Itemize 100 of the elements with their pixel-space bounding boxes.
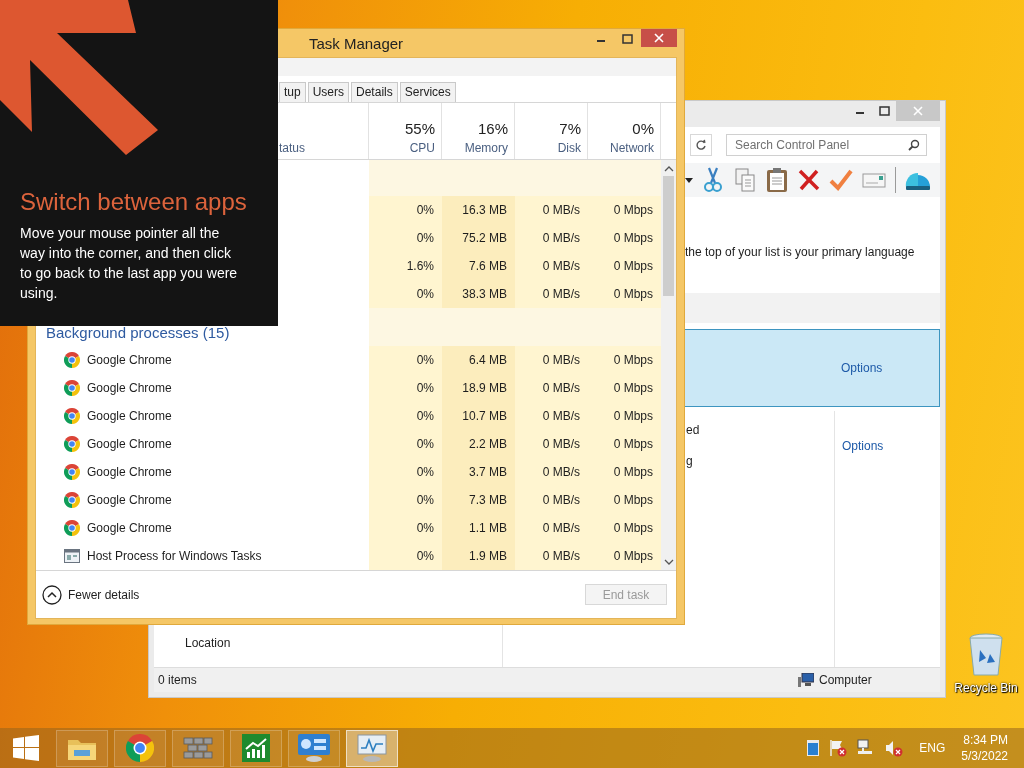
table-cell: 0 MB/s [515, 542, 588, 570]
taskbar-button[interactable] [288, 729, 340, 767]
table-cell: 0 MB/s [515, 224, 588, 252]
taskbar-button[interactable] [172, 729, 224, 767]
table-cell: 0 MB/s [515, 374, 588, 402]
table-cell: 0 Mbps [588, 374, 661, 402]
table-cell: 1.1 MB [442, 514, 515, 542]
table-cell: 6.4 MB [442, 346, 515, 374]
chart-icon [242, 734, 270, 762]
scissors-icon[interactable] [701, 167, 725, 193]
table-cell: 0 Mbps [588, 542, 661, 570]
scrollbar-thumb[interactable] [663, 176, 674, 296]
close-button[interactable] [641, 29, 677, 47]
scrollbar[interactable] [661, 160, 676, 570]
process-name[interactable]: Google Chrome [87, 437, 172, 451]
close-icon [913, 106, 923, 116]
item-count: 0 items [158, 673, 197, 687]
browser-icon [64, 408, 80, 424]
fewer-details-button[interactable]: Fewer details [42, 584, 140, 605]
table-cell: 2.2 MB [442, 430, 515, 458]
table-cell: 0% [369, 514, 442, 542]
table-cell: 0 MB/s [515, 280, 588, 308]
table-cell: 0 Mbps [588, 402, 661, 430]
memory-header[interactable]: 16% Memory [442, 103, 515, 159]
search-field[interactable]: Search Control Panel [726, 134, 927, 156]
refresh-button[interactable] [690, 134, 712, 156]
browser-icon [64, 464, 80, 480]
row-text: g [686, 454, 694, 468]
process-name[interactable]: Google Chrome [87, 493, 172, 507]
taskbar-button[interactable] [346, 729, 398, 767]
browser-icon [64, 380, 80, 396]
flag-icon[interactable] [829, 739, 848, 757]
mute-icon[interactable] [885, 739, 904, 757]
table-cell: 0 Mbps [588, 224, 661, 252]
table-cell: 0 MB/s [515, 402, 588, 430]
taskbar-button[interactable] [56, 729, 108, 767]
process-name[interactable]: Host Process for Windows Tasks [87, 549, 262, 563]
taskbar-button[interactable] [230, 729, 282, 767]
computer-icon [798, 673, 814, 687]
table-cell: 0 Mbps [588, 346, 661, 374]
close-icon [654, 33, 664, 43]
scroll-up-icon[interactable] [663, 164, 674, 174]
table-cell: 0 MB/s [515, 430, 588, 458]
taskbar-button[interactable] [114, 729, 166, 767]
options-link[interactable]: Options [842, 439, 884, 453]
process-name[interactable]: Google Chrome [87, 465, 172, 479]
delete-icon[interactable] [797, 167, 821, 193]
tab[interactable]: tup [279, 82, 306, 102]
table-cell: 0% [369, 430, 442, 458]
square-icon[interactable] [807, 740, 820, 756]
status-header[interactable]: tatus [279, 141, 305, 155]
table-cell: 0% [369, 486, 442, 514]
recycle-bin-icon[interactable] [968, 632, 1004, 678]
table-cell: 18.9 MB [442, 374, 515, 402]
checkmark-icon[interactable] [829, 167, 853, 193]
table-cell: 0 Mbps [588, 514, 661, 542]
disk-header[interactable]: 7% Disk [515, 103, 588, 159]
table-cell: 0 MB/s [515, 196, 588, 224]
options-link[interactable]: Options [841, 361, 883, 375]
table-cell: 1.9 MB [442, 542, 515, 570]
description-text: the top of your list is your primary language [685, 245, 915, 259]
table-cell: 0 MB/s [515, 346, 588, 374]
table-cell: 0 MB/s [515, 486, 588, 514]
table-cell: 0% [369, 224, 442, 252]
browser-icon [126, 734, 154, 762]
table-cell: 0% [369, 542, 442, 570]
browser-icon [64, 436, 80, 452]
maximize-icon [878, 106, 890, 116]
maximize-icon [621, 34, 633, 44]
monitor-icon [356, 733, 388, 763]
table-cell: 38.3 MB [442, 280, 515, 308]
table-cell: 0 Mbps [588, 196, 661, 224]
refresh-icon [695, 139, 707, 151]
selected-list-row[interactable]: Options [685, 329, 940, 407]
table-cell: 0% [369, 402, 442, 430]
tab[interactable]: Services [399, 82, 456, 102]
scroll-down-icon[interactable] [663, 557, 674, 567]
process-name[interactable]: Google Chrome [87, 521, 172, 535]
brick-wall-icon [183, 736, 213, 760]
group-heading: Background processes (15) [46, 324, 230, 341]
table-cell: 0% [369, 458, 442, 486]
table-cell: 0% [369, 280, 442, 308]
network-header[interactable]: 0% Network [588, 103, 661, 159]
cpu-header[interactable]: 55% CPU [369, 103, 442, 159]
browser-icon [64, 520, 80, 536]
table-cell: 0 MB/s [515, 252, 588, 280]
row-text: ed [686, 423, 701, 437]
tab[interactable]: Details [351, 82, 398, 102]
clipboard-icon[interactable] [765, 167, 789, 193]
dropdown-caret-icon[interactable] [685, 177, 693, 183]
table-cell: 0% [369, 346, 442, 374]
tab[interactable]: Users [307, 82, 350, 102]
table-cell: 0 Mbps [588, 486, 661, 514]
process-name[interactable]: Google Chrome [87, 353, 172, 367]
table-cell: 75.2 MB [442, 224, 515, 252]
list-row[interactable]: ed g Options [685, 411, 940, 624]
table-cell: 0 MB/s [515, 514, 588, 542]
process-name[interactable]: Google Chrome [87, 409, 172, 423]
window-title: Task Manager [308, 34, 404, 52]
process-name[interactable]: Google Chrome [87, 381, 172, 395]
